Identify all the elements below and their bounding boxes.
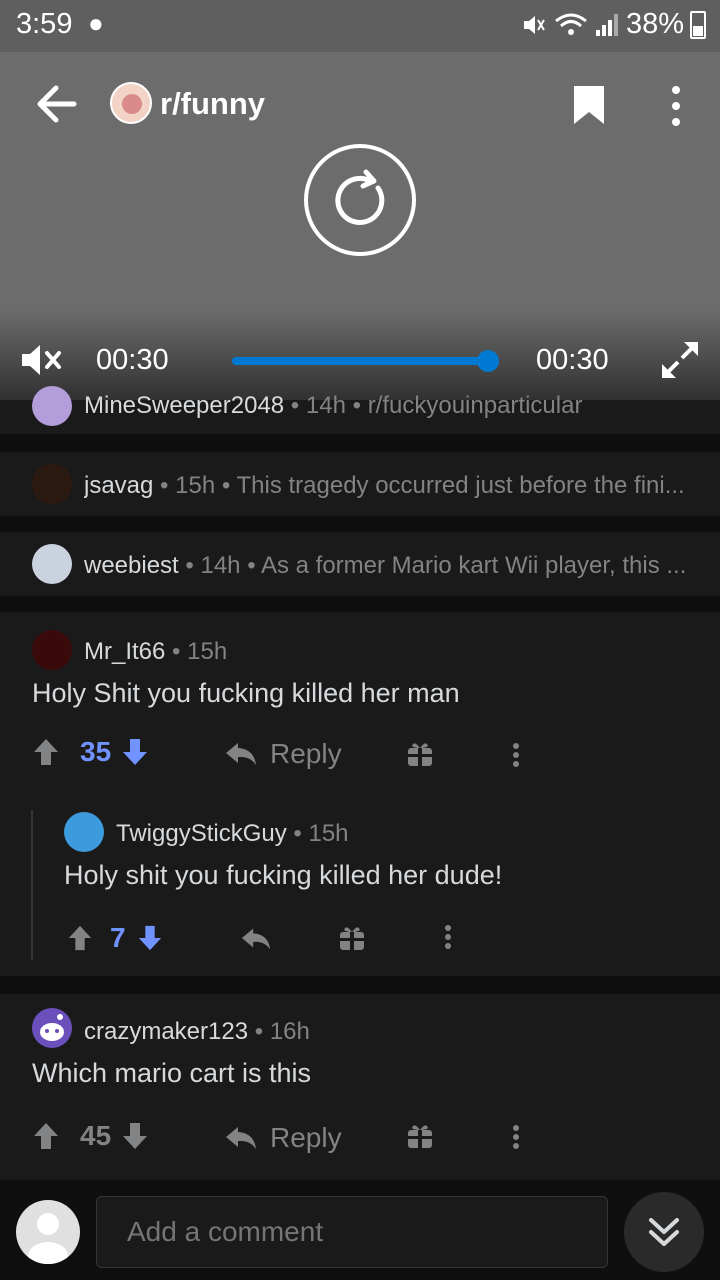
comment-preview: This tragedy occurred just before the fi…: [236, 472, 685, 499]
award-icon[interactable]: [406, 740, 434, 768]
comment-vote-bar: 7: [66, 922, 164, 954]
user-avatar[interactable]: [32, 1008, 72, 1048]
video-player[interactable]: r/funny 00:30 00:30: [0, 52, 720, 400]
fullscreen-icon[interactable]: [660, 340, 700, 380]
video-scrub-handle[interactable]: [477, 350, 499, 372]
video-progress-bar[interactable]: [232, 350, 499, 372]
thread-line[interactable]: [31, 810, 33, 960]
comment-preview: r/fuckyouinparticular: [367, 392, 583, 419]
chevron-double-down-icon: [649, 1218, 679, 1246]
reply-icon: [226, 1127, 256, 1149]
reply-icon[interactable]: [240, 926, 272, 952]
subreddit-name[interactable]: r/funny: [160, 86, 265, 122]
status-time: 3:59: [16, 8, 73, 40]
total-time: 00:30: [536, 344, 609, 376]
comment-age: 15h: [308, 820, 349, 847]
my-avatar[interactable]: [16, 1200, 80, 1264]
reply-button[interactable]: Reply: [224, 738, 342, 770]
comment-thread: Mr_It66 • 15h Holy Shit you fucking kill…: [0, 612, 720, 976]
comment-username[interactable]: TwiggyStickGuy: [116, 820, 287, 847]
comment-age: 14h: [200, 552, 241, 579]
comment-meta: TwiggyStickGuy • 15h: [116, 820, 349, 847]
comment-age: 14h: [305, 392, 346, 419]
more-vertical-icon[interactable]: [442, 924, 454, 950]
more-vertical-icon[interactable]: [662, 84, 690, 128]
downvote-icon[interactable]: [121, 737, 149, 767]
user-avatar: [32, 386, 72, 426]
bookmark-icon[interactable]: [572, 84, 606, 126]
comment-username[interactable]: crazymaker123: [84, 1018, 248, 1045]
upvote-icon[interactable]: [32, 1121, 60, 1151]
collapsed-comment-line: weebiest • 14h • As a former Mario kart …: [84, 552, 687, 579]
wifi-icon: [555, 13, 587, 35]
activity-icon: ●: [88, 8, 104, 38]
comment-vote-bar: 35: [32, 736, 149, 768]
comment-text: Holy Shit you fucking killed her man: [32, 678, 460, 708]
comment-meta: crazymaker123 • 16h: [84, 1018, 310, 1045]
collapsed-comment[interactable]: weebiest • 14h • As a former Mario kart …: [0, 532, 720, 596]
back-arrow-icon[interactable]: [30, 82, 82, 126]
status-indicators: 38%: [520, 8, 706, 41]
battery-icon: [690, 10, 706, 39]
comment-age: 15h: [175, 472, 216, 499]
reply-label: Reply: [270, 1122, 342, 1153]
status-bar: 3:59 ● 38%: [0, 0, 720, 52]
collapsed-comment[interactable]: MineSweeper2048 • 14h • r/fuckyouinparti…: [0, 386, 720, 434]
collapsed-comment-line: MineSweeper2048 • 14h • r/fuckyouinparti…: [84, 392, 583, 419]
comment-score: 7: [110, 922, 126, 953]
user-avatar: [32, 544, 72, 584]
comment-username: MineSweeper2048: [84, 392, 285, 419]
downvote-icon[interactable]: [136, 924, 164, 952]
comment-username: jsavag: [84, 472, 154, 499]
upvote-icon[interactable]: [66, 924, 94, 952]
user-placeholder-icon: [28, 1213, 68, 1264]
reply-label: Reply: [270, 738, 342, 769]
video-progress-fill: [232, 357, 488, 365]
comment-score: 45: [80, 1120, 112, 1151]
comment-username[interactable]: Mr_It66: [84, 638, 165, 665]
reddit-snoo-icon: [40, 1014, 64, 1041]
mute-vibrate-icon: [523, 15, 545, 34]
award-icon[interactable]: [338, 924, 366, 952]
replay-icon: [335, 169, 385, 225]
reply-button[interactable]: Reply: [224, 1122, 342, 1154]
collapsed-comment[interactable]: jsavag • 15h • This tragedy occurred jus…: [0, 452, 720, 516]
comment-meta: Mr_It66 • 15h: [84, 638, 228, 665]
user-avatar[interactable]: [32, 630, 72, 670]
collapsed-comment-line: jsavag • 15h • This tragedy occurred jus…: [84, 472, 685, 499]
user-avatar: [32, 464, 72, 504]
comment-age: 16h: [269, 1018, 310, 1045]
mute-icon[interactable]: [20, 342, 64, 378]
reply-icon: [226, 743, 256, 765]
comment-age: 15h: [187, 638, 228, 665]
next-comment-button[interactable]: [624, 1192, 704, 1272]
award-icon[interactable]: [406, 1122, 434, 1150]
subreddit-avatar[interactable]: [110, 82, 152, 124]
comment-text: Which mario cart is this: [32, 1058, 312, 1088]
user-avatar[interactable]: [64, 812, 104, 852]
signal-icon: [595, 13, 618, 36]
comment-vote-bar: 45: [32, 1120, 149, 1152]
battery-percent: 38%: [625, 8, 684, 40]
current-time: 00:30: [96, 344, 169, 376]
more-vertical-icon[interactable]: [510, 742, 522, 768]
comment-username: weebiest: [84, 552, 179, 579]
upvote-icon[interactable]: [32, 737, 60, 767]
comment-preview: As a former Mario kart Wii player, this …: [260, 552, 687, 579]
comment-text: Holy shit you fucking killed her dude!: [64, 860, 503, 890]
add-comment-input[interactable]: [96, 1196, 608, 1268]
comment-score: 35: [80, 736, 112, 767]
downvote-icon[interactable]: [121, 1121, 149, 1151]
more-vertical-icon[interactable]: [510, 1124, 522, 1150]
comment-composer-bar: [0, 1180, 720, 1280]
replay-button[interactable]: [304, 144, 416, 256]
comment: crazymaker123 • 16h Which mario cart is …: [0, 994, 720, 1180]
